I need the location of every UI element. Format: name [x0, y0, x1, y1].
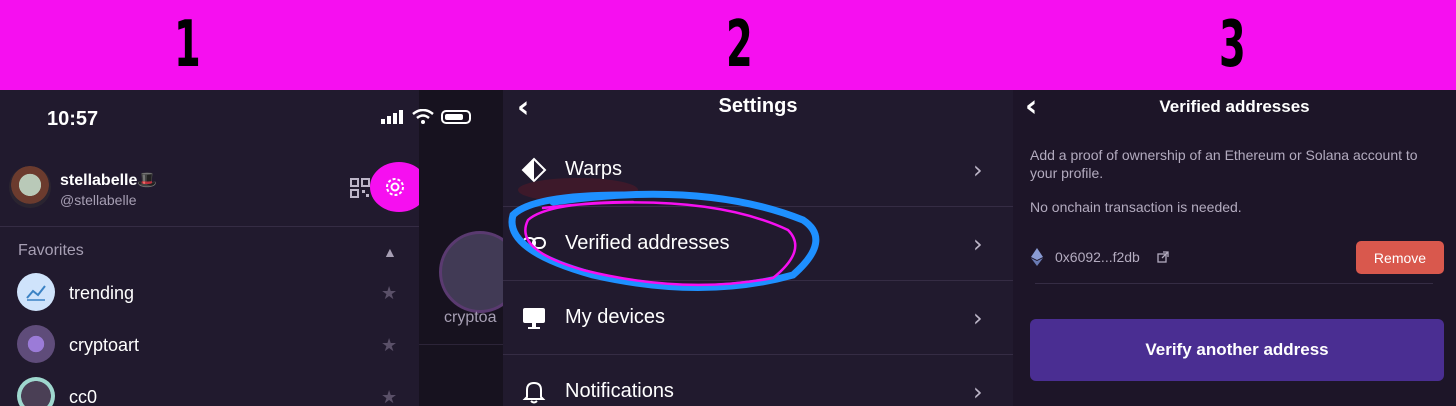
cryptoart-channel-icon — [17, 325, 55, 363]
verify-another-address-button[interactable]: Verify another address — [1030, 319, 1444, 381]
panel-verified-addresses: ‹ Verified addresses Add a proof of owne… — [1013, 90, 1456, 406]
ethereum-icon — [1031, 248, 1043, 271]
panel-side-drawer: 10:57 stellabelle🎩 @stellabelle Favorite… — [0, 90, 503, 406]
step-number-1: 1 — [174, 8, 201, 82]
channel-name[interactable]: cryptoart — [69, 335, 139, 356]
user-handle: @stellabelle — [60, 192, 137, 208]
star-icon[interactable]: ★ — [381, 335, 397, 356]
settings-gear-icon[interactable] — [383, 175, 407, 204]
battery-icon — [441, 110, 471, 124]
note-text: No onchain transaction is needed. — [1030, 199, 1242, 215]
bell-icon — [521, 379, 547, 406]
magenta-banner: 1 2 3 — [0, 0, 1456, 90]
favorites-heading: Favorites — [18, 242, 84, 259]
chevron-right-icon[interactable]: › — [973, 156, 983, 184]
link-icon — [521, 233, 547, 258]
channel-name-partial: cryptoa — [444, 309, 497, 326]
page-title: Settings — [718, 95, 798, 117]
divider — [503, 206, 1013, 207]
diamond-icon — [521, 157, 547, 188]
display-name: stellabelle🎩 — [60, 172, 158, 189]
cc0-channel-icon — [17, 377, 55, 406]
status-time: 10:57 — [47, 108, 99, 130]
divider — [1035, 283, 1433, 284]
avatar[interactable] — [9, 166, 51, 208]
star-icon[interactable]: ★ — [381, 387, 397, 406]
chevron-right-icon[interactable]: › — [973, 304, 983, 332]
remove-button[interactable]: Remove — [1356, 241, 1444, 274]
settings-row-verified-addresses[interactable]: Verified addresses — [565, 232, 730, 255]
star-icon[interactable]: ★ — [381, 283, 397, 304]
external-link-icon[interactable] — [1157, 250, 1169, 268]
divider — [503, 354, 1013, 355]
wallet-address: 0x6092...f2db — [1055, 249, 1140, 265]
trending-channel-icon — [17, 273, 55, 311]
settings-row-warps[interactable]: Warps — [565, 158, 622, 181]
divider — [0, 226, 419, 227]
signal-icon — [381, 110, 405, 129]
divider — [419, 344, 503, 345]
chevron-right-icon[interactable]: › — [973, 230, 983, 258]
settings-row-my-devices[interactable]: My devices — [565, 306, 665, 329]
description-text: Add a proof of ownership of an Ethereum … — [1030, 147, 1418, 181]
channel-name[interactable]: cc0 — [69, 387, 97, 406]
settings-row-notifications[interactable]: Notifications — [565, 380, 674, 403]
step-number-2: 2 — [726, 8, 753, 82]
step-number-3: 3 — [1219, 8, 1246, 82]
chevron-right-icon[interactable]: › — [973, 378, 983, 406]
qr-code-icon[interactable] — [350, 178, 370, 203]
wifi-icon — [412, 108, 434, 130]
monitor-icon — [521, 306, 547, 335]
panel-settings: ‹ Settings Warps › Verified addresses › … — [503, 90, 1013, 406]
page-title: Verified addresses — [1159, 97, 1310, 116]
chevron-up-icon[interactable]: ▲ — [383, 244, 397, 260]
channel-name[interactable]: trending — [69, 283, 134, 304]
divider — [503, 280, 1013, 281]
side-drawer: 10:57 stellabelle🎩 @stellabelle Favorite… — [0, 90, 428, 406]
